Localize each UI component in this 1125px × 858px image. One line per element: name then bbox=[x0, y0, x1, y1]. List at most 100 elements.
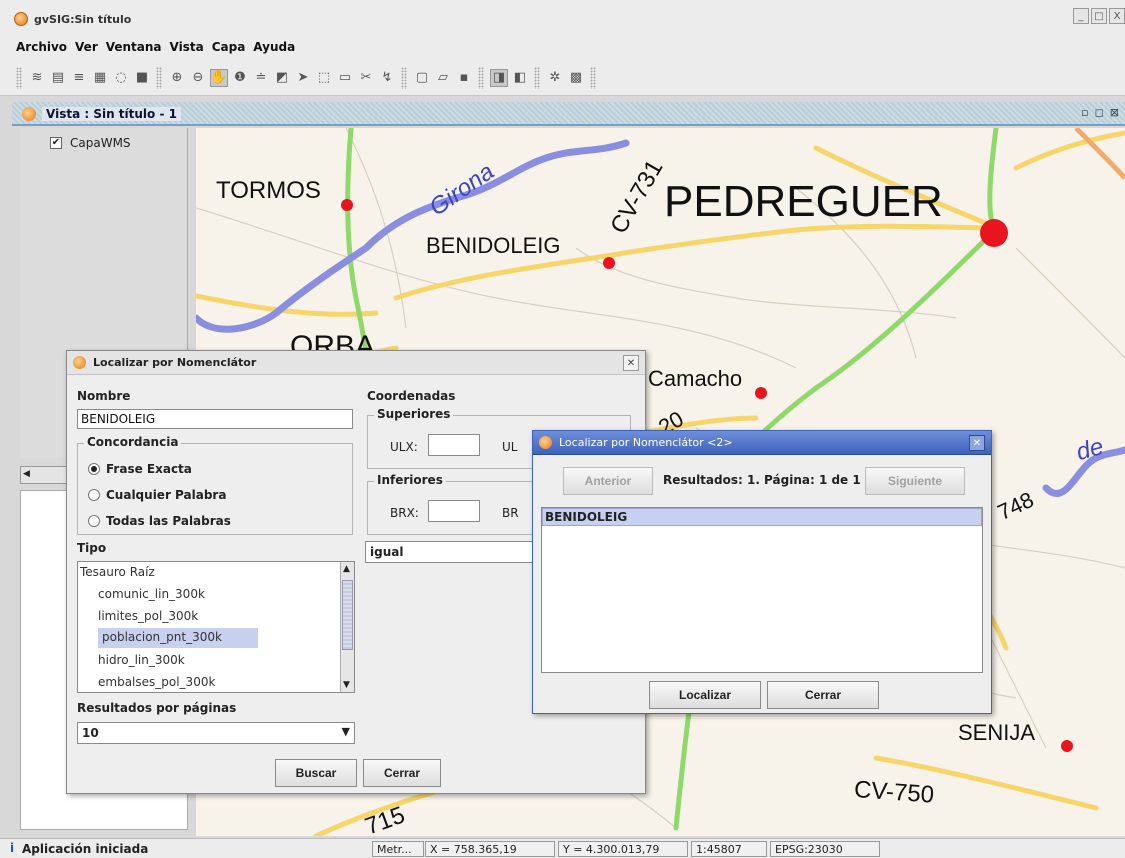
select-polygon-icon[interactable]: ▭ bbox=[336, 69, 354, 87]
menu-vista[interactable]: Vista bbox=[170, 36, 208, 60]
dialog-titlebar[interactable]: Localizar por Nomenclátor <2> ✕ bbox=[533, 431, 991, 455]
radio-todas-palabras[interactable]: Todas las Palabras bbox=[88, 514, 231, 528]
menu-ver[interactable]: Ver bbox=[75, 36, 102, 60]
menu-capa[interactable]: Capa bbox=[212, 36, 250, 60]
concordancia-group: Concordancia Frase Exacta Cualquier Pala… bbox=[77, 435, 353, 535]
tipo-tree[interactable]: Tesauro Raíz comunic_lin_300k limites_po… bbox=[77, 561, 355, 693]
dialog-titlebar[interactable]: Localizar por Nomenclátor ✕ bbox=[67, 351, 645, 375]
scrollbar-thumb[interactable] bbox=[342, 580, 353, 650]
legend-icon[interactable]: ≡ bbox=[70, 69, 88, 87]
minimize-button[interactable]: _ bbox=[1073, 8, 1089, 24]
scale-cell[interactable]: 1:45807 bbox=[691, 841, 767, 857]
maximize-icon[interactable]: ◻ bbox=[1095, 106, 1104, 119]
add-layer-icon[interactable]: ≋ bbox=[28, 69, 46, 87]
toolbar-grip bbox=[401, 66, 407, 89]
view-controls: ▫ ◻ ⊠ bbox=[1081, 106, 1119, 119]
cerrar-button[interactable]: Cerrar bbox=[363, 759, 441, 787]
layer-properties-icon[interactable]: ▤ bbox=[49, 69, 67, 87]
benidoleig-dot bbox=[603, 257, 615, 269]
relation-select[interactable]: igual bbox=[365, 541, 535, 563]
radio-frase-exacta[interactable]: Frase Exacta bbox=[88, 462, 192, 476]
select-pointer-icon[interactable]: ➤ bbox=[294, 69, 312, 87]
anterior-button[interactable]: Anterior bbox=[563, 467, 653, 495]
query-icon[interactable]: ↯ bbox=[378, 69, 396, 87]
map-label-pedreguer: PEDREGUER bbox=[664, 177, 943, 226]
close-icon[interactable]: ✕ bbox=[969, 435, 985, 451]
nombre-label: Nombre bbox=[77, 389, 131, 403]
crs-cell: EPSG:23030 bbox=[770, 841, 880, 857]
resultados-select[interactable]: 10 ▼ bbox=[77, 722, 355, 744]
radio-button-selected[interactable] bbox=[88, 463, 100, 475]
status-bar: i Aplicación iniciada Metr... X = 758.36… bbox=[0, 838, 1125, 858]
x-coordinate-cell: X = 758.365,19 bbox=[425, 841, 555, 857]
menu-ayuda[interactable]: Ayuda bbox=[253, 36, 299, 60]
tree-item[interactable]: hidro_lin_300k bbox=[98, 653, 185, 667]
close-button[interactable]: X bbox=[1109, 8, 1125, 24]
tormos-dot bbox=[341, 199, 353, 211]
zoom-out-icon[interactable]: ⊖ bbox=[189, 69, 207, 87]
cerrar-results-button[interactable]: Cerrar bbox=[767, 681, 879, 709]
new-document-icon[interactable]: ▢ bbox=[413, 69, 431, 87]
inferiores-label: Inferiores bbox=[374, 473, 446, 487]
close-icon[interactable]: ✕ bbox=[623, 355, 639, 371]
results-list[interactable]: BENIDOLEIG bbox=[541, 507, 983, 673]
radio-button[interactable] bbox=[88, 515, 100, 527]
siguiente-button[interactable]: Siguiente bbox=[865, 467, 965, 495]
print-icon[interactable]: ▦ bbox=[91, 69, 109, 87]
nombre-input[interactable] bbox=[77, 409, 353, 429]
zoom-in-icon[interactable]: ⊕ bbox=[168, 69, 186, 87]
results-summary: Resultados: 1. Página: 1 de 1 bbox=[663, 473, 861, 487]
radio-cualquier-palabra[interactable]: Cualquier Palabra bbox=[88, 488, 226, 502]
toolbar-grip bbox=[590, 66, 596, 89]
area-icon[interactable]: ◩ bbox=[273, 69, 291, 87]
tools-icon[interactable]: ✲ bbox=[546, 69, 564, 87]
relation-value: igual bbox=[370, 545, 404, 559]
menu-ventana[interactable]: Ventana bbox=[106, 36, 166, 60]
info-icon[interactable]: ❶ bbox=[231, 69, 249, 87]
menu-archivo[interactable]: Archivo bbox=[16, 36, 71, 60]
view-titlebar[interactable]: Vista : Sin título - 1 ▫ ◻ ⊠ bbox=[12, 102, 1125, 126]
scroll-down-icon[interactable]: ▼ bbox=[343, 680, 350, 690]
tree-item[interactable]: comunic_lin_300k bbox=[98, 587, 205, 601]
radio-label: Cualquier Palabra bbox=[106, 488, 227, 502]
ulx-input[interactable] bbox=[428, 434, 480, 456]
units-cell[interactable]: Metr... bbox=[372, 841, 424, 857]
radio-button[interactable] bbox=[88, 489, 100, 501]
gazetteer-results-icon[interactable]: ◧ bbox=[511, 69, 529, 87]
tree-item-selected[interactable]: poblacion_pnt_300k bbox=[98, 628, 258, 648]
grid-icon[interactable]: ▩ bbox=[567, 69, 585, 87]
result-item[interactable]: BENIDOLEIG bbox=[542, 508, 982, 526]
tree-root[interactable]: Tesauro Raíz bbox=[80, 565, 155, 579]
locator-icon[interactable]: ◌ bbox=[112, 69, 130, 87]
scroll-left-icon[interactable]: ◀ bbox=[23, 469, 30, 479]
tree-scrollbar[interactable]: ▲ ▼ bbox=[340, 562, 354, 692]
map-label-cv715: 715 bbox=[362, 801, 409, 836]
hyperlink-icon[interactable]: ✂ bbox=[357, 69, 375, 87]
overview-icon[interactable]: ■ bbox=[133, 69, 151, 87]
coordenadas-label: Coordenadas bbox=[367, 389, 456, 403]
pan-hand-icon[interactable]: ✋ bbox=[210, 68, 228, 87]
tree-item[interactable]: limites_pol_300k bbox=[98, 609, 198, 623]
gvsig-icon bbox=[539, 436, 552, 449]
select-rectangle-icon[interactable]: ⬚ bbox=[315, 69, 333, 87]
measure-icon[interactable]: ≐ bbox=[252, 69, 270, 87]
tree-item[interactable]: embalses_pol_300k bbox=[98, 675, 215, 689]
maximize-button[interactable]: □ bbox=[1091, 8, 1107, 24]
iconify-icon[interactable]: ▫ bbox=[1081, 106, 1088, 119]
brx-input[interactable] bbox=[428, 500, 480, 522]
open-folder-icon[interactable]: ▱ bbox=[434, 69, 452, 87]
layer-checkbox[interactable]: ✔ bbox=[50, 137, 62, 149]
localizar-button[interactable]: Localizar bbox=[649, 681, 761, 709]
uly-label: UL bbox=[502, 440, 518, 454]
scroll-up-icon[interactable]: ▲ bbox=[343, 564, 350, 574]
dropdown-arrow-icon[interactable]: ▼ bbox=[342, 725, 350, 738]
map-label-senija: SENIJA bbox=[958, 720, 1035, 745]
buscar-button[interactable]: Buscar bbox=[275, 759, 357, 787]
save-icon[interactable]: ▪ bbox=[455, 69, 473, 87]
concordancia-label: Concordancia bbox=[84, 435, 182, 449]
locate-by-gazetteer-icon[interactable]: ◨ bbox=[490, 68, 508, 87]
map-label-benidoleig: BENIDOLEIG bbox=[426, 233, 560, 258]
toc-layer[interactable]: ✔ CapaWMS bbox=[50, 136, 131, 150]
pedreguer-dot bbox=[980, 219, 1008, 247]
close-icon[interactable]: ⊠ bbox=[1110, 106, 1119, 119]
